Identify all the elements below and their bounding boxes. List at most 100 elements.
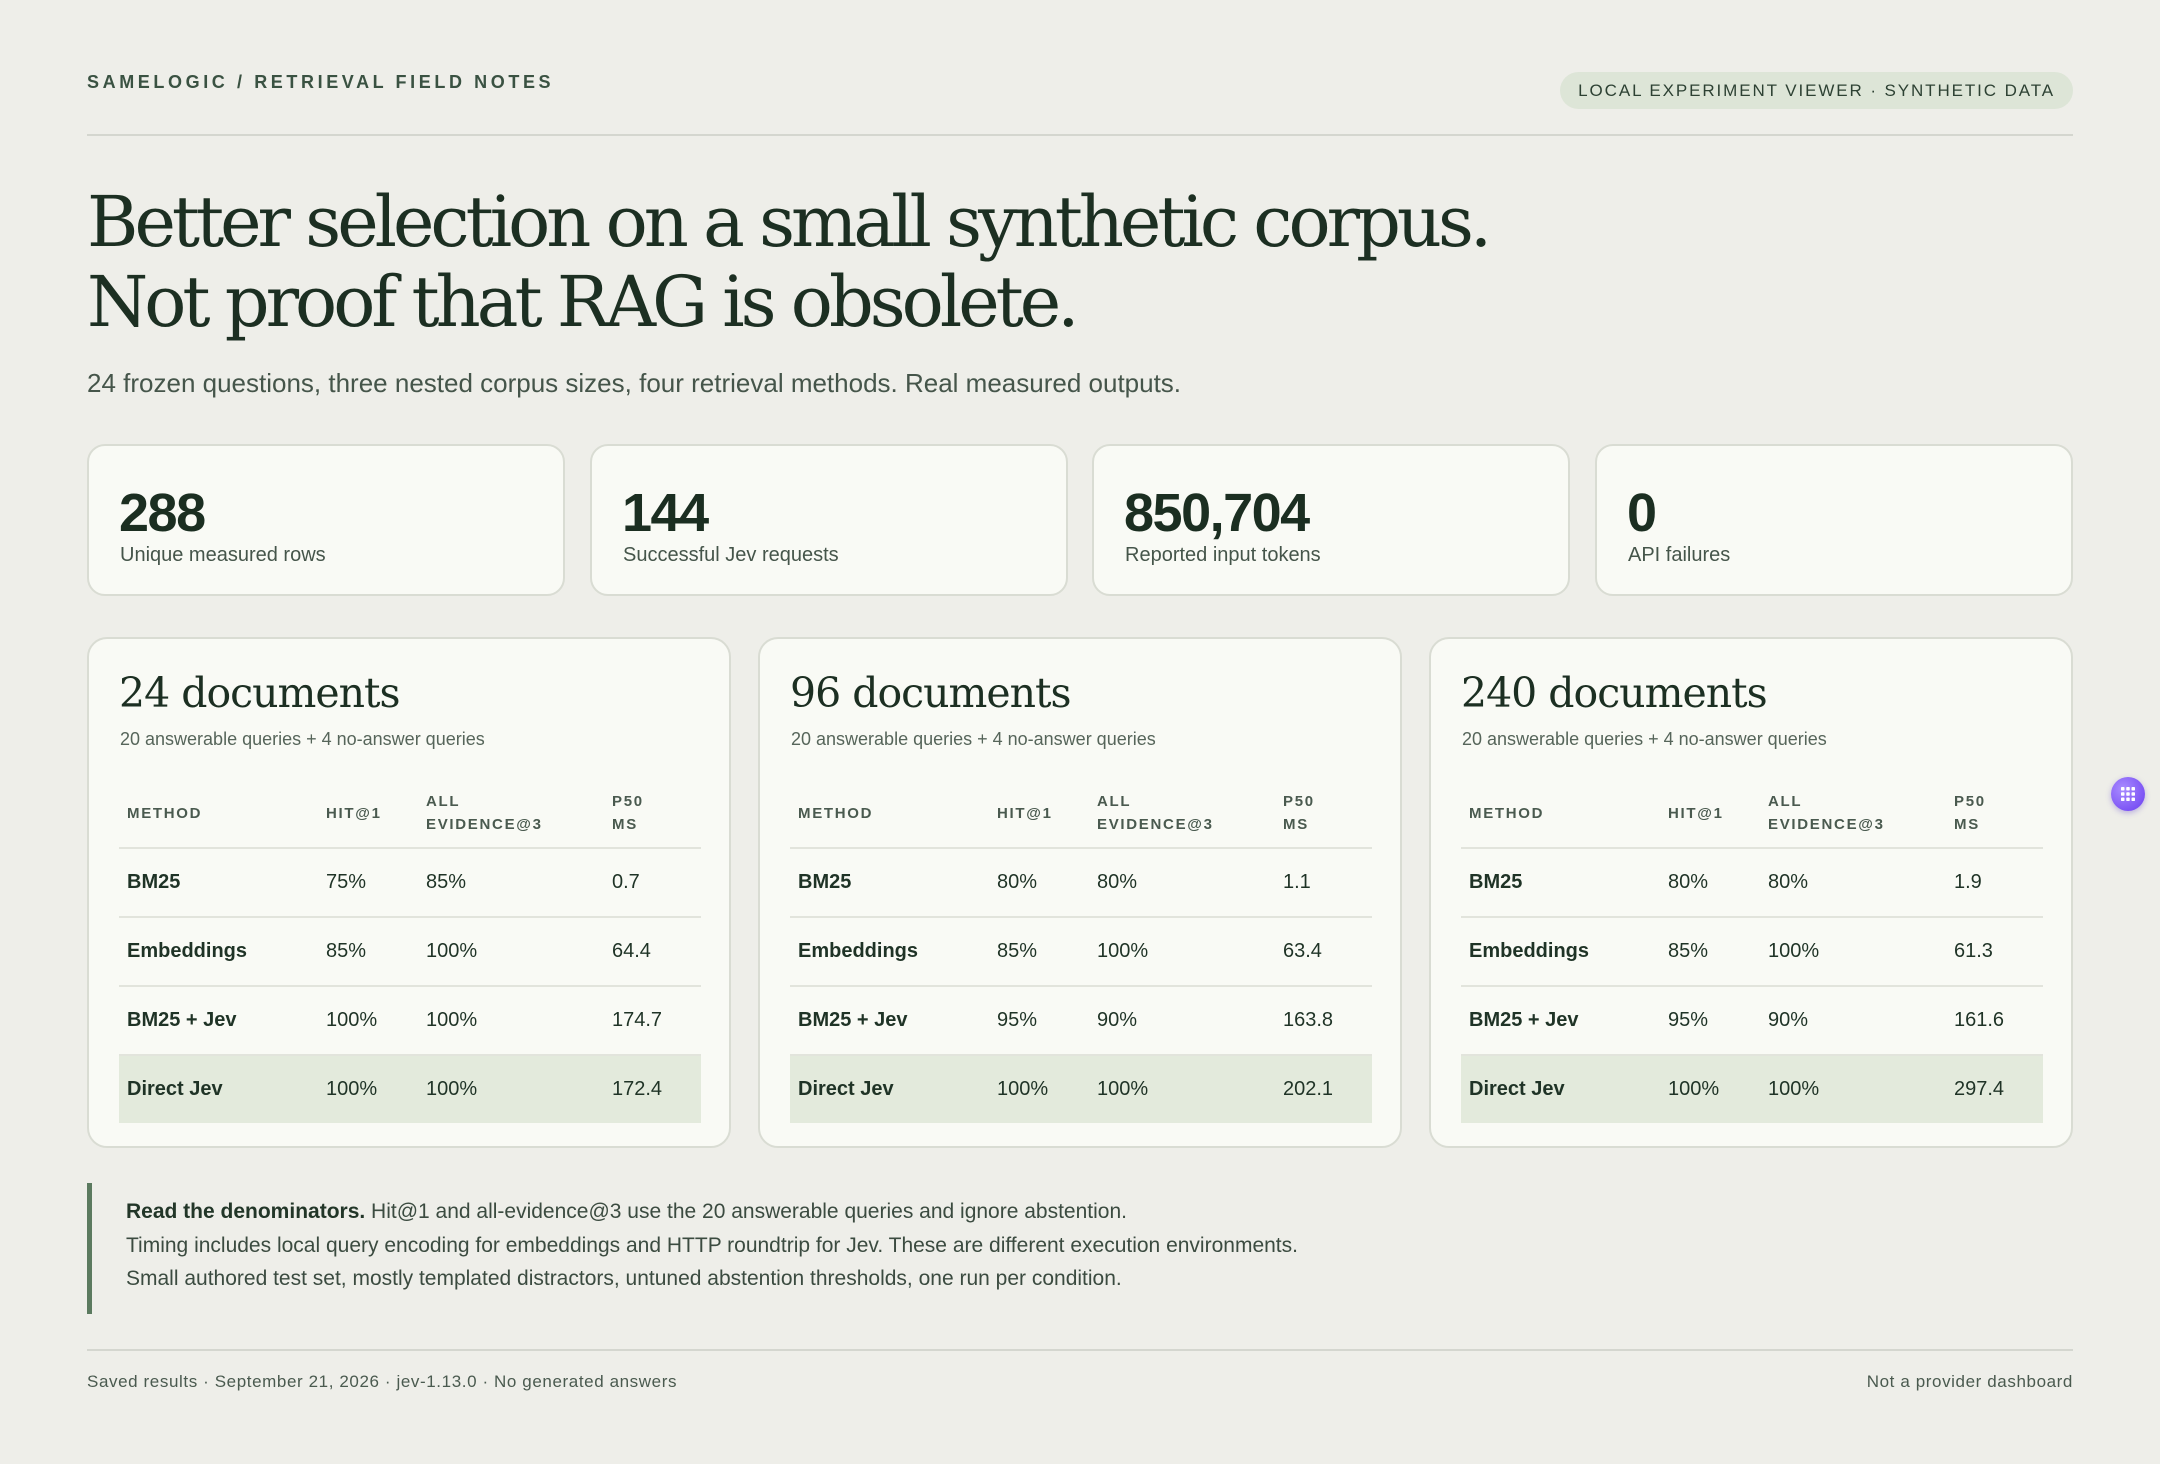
cell-method: BM25: [127, 871, 181, 893]
cell-p50: 0.7: [612, 871, 640, 893]
stat-cards: 288 Unique measured rows 144 Successful …: [87, 444, 2073, 596]
cell-hit1: 80%: [997, 871, 1038, 893]
header-line: ALL: [426, 793, 461, 810]
corpus-panel-240: 240 documents 20 answerable queries + 4 …: [1429, 637, 2073, 1148]
column-header-p50: P50 MS: [1954, 779, 1986, 847]
table-row: Embeddings 85% 100% 64.4: [119, 916, 701, 985]
stat-value: 850,704: [1124, 483, 1310, 543]
cell-p50: 64.4: [612, 940, 651, 962]
stat-label: Unique measured rows: [120, 544, 326, 566]
table-row: BM25 75% 85% 0.7: [119, 847, 701, 916]
header-line: EVIDENCE@3: [1768, 816, 1885, 833]
table-header: METHOD HIT@1 ALL EVIDENCE@3 P50 MS: [790, 779, 1372, 847]
page-subtitle: 24 frozen questions, three nested corpus…: [87, 368, 1182, 398]
header-line: MS: [1283, 816, 1309, 833]
cell-evidence: 100%: [1768, 1078, 1820, 1100]
cell-p50: 63.4: [1283, 940, 1322, 962]
cell-evidence: 100%: [1097, 940, 1149, 962]
footer-disclaimer: Not a provider dashboard: [1866, 1372, 2073, 1391]
cell-p50: 61.3: [1954, 940, 1993, 962]
table-row: Embeddings 85% 100% 61.3: [1461, 916, 2043, 985]
cell-method: BM25 + Jev: [1469, 1009, 1579, 1031]
cell-evidence: 100%: [426, 1009, 478, 1031]
table-header: METHOD HIT@1 ALL EVIDENCE@3 P50 MS: [119, 779, 701, 847]
stat-card-failures: 0 API failures: [1595, 444, 2073, 596]
cell-method: BM25 + Jev: [127, 1009, 237, 1031]
header-line: EVIDENCE@3: [426, 816, 543, 833]
stat-label: API failures: [1628, 544, 1731, 566]
header-line: MS: [612, 816, 638, 833]
cell-method: BM25: [798, 871, 852, 893]
cell-evidence: 80%: [1097, 871, 1138, 893]
table-row-highlighted: Direct Jev 100% 100% 172.4: [119, 1054, 701, 1123]
cell-evidence: 90%: [1097, 1009, 1138, 1031]
cell-hit1: 100%: [326, 1009, 378, 1031]
note-lead: Read the denominators.: [126, 1200, 366, 1223]
note-line-3: Small authored test set, mostly template…: [126, 1267, 1122, 1290]
cell-evidence: 80%: [1768, 871, 1809, 893]
column-header-hit1: HIT@1: [997, 804, 1053, 822]
panel-subtitle: 20 answerable queries + 4 no-answer quer…: [120, 729, 485, 749]
stat-card-tokens: 850,704 Reported input tokens: [1092, 444, 1570, 596]
cell-hit1: 100%: [1668, 1078, 1720, 1100]
cell-p50: 297.4: [1954, 1078, 2005, 1100]
cell-method: Direct Jev: [1469, 1078, 1565, 1100]
cell-p50: 161.6: [1954, 1009, 2005, 1031]
table-row-highlighted: Direct Jev 100% 100% 202.1: [790, 1054, 1372, 1123]
title-line-1: Better selection on a small synthetic co…: [87, 181, 1492, 263]
header-line: ALL: [1097, 793, 1132, 810]
stat-card-rows: 288 Unique measured rows: [87, 444, 565, 596]
table-row: Embeddings 85% 100% 63.4: [790, 916, 1372, 985]
cell-p50: 172.4: [612, 1078, 663, 1100]
column-header-evidence: ALL EVIDENCE@3: [426, 779, 543, 847]
table-header: METHOD HIT@1 ALL EVIDENCE@3 P50 MS: [1461, 779, 2043, 847]
cell-hit1: 85%: [1668, 940, 1709, 962]
cell-evidence: 100%: [1097, 1078, 1149, 1100]
table-row-highlighted: Direct Jev 100% 100% 297.4: [1461, 1054, 2043, 1123]
floating-widget-button[interactable]: [2111, 777, 2145, 811]
cell-p50: 1.1: [1283, 871, 1311, 893]
cell-method: Direct Jev: [127, 1078, 223, 1100]
header-line: ALL: [1768, 793, 1803, 810]
column-header-method: METHOD: [127, 804, 203, 822]
column-header-hit1: HIT@1: [326, 804, 382, 822]
top-bar: SAMELOGIC / RETRIEVAL FIELD NOTES LOCAL …: [87, 0, 2073, 136]
cell-evidence: 100%: [426, 1078, 478, 1100]
stat-label: Successful Jev requests: [623, 544, 839, 566]
results-table: METHOD HIT@1 ALL EVIDENCE@3 P50 MS BM25 80…: [1461, 779, 2043, 1123]
stat-card-requests: 144 Successful Jev requests: [590, 444, 1068, 596]
corpus-panel-96: 96 documents 20 answerable queries + 4 n…: [758, 637, 1402, 1148]
brand-breadcrumb[interactable]: SAMELOGIC / RETRIEVAL FIELD NOTES: [87, 72, 554, 93]
panel-subtitle: 20 answerable queries + 4 no-answer quer…: [1462, 729, 1827, 749]
panel-title: 96 documents: [790, 669, 1072, 717]
corpus-panel-24: 24 documents 20 answerable queries + 4 n…: [87, 637, 731, 1148]
stat-value: 0: [1627, 483, 1657, 543]
cell-hit1: 100%: [326, 1078, 378, 1100]
table-row: BM25 + Jev 100% 100% 174.7: [119, 985, 701, 1054]
note-line-1: Read the denominators. Hit@1 and all-evi…: [126, 1200, 1127, 1224]
results-table: METHOD HIT@1 ALL EVIDENCE@3 P50 MS BM25 80…: [790, 779, 1372, 1123]
note-text: Hit@1 and all-evidence@3 use the 20 answ…: [365, 1200, 1127, 1223]
column-header-evidence: ALL EVIDENCE@3: [1097, 779, 1214, 847]
stat-label: Reported input tokens: [1125, 544, 1321, 566]
cell-method: Embeddings: [127, 940, 248, 962]
panel-title: 24 documents: [119, 669, 401, 717]
cell-hit1: 80%: [1668, 871, 1709, 893]
header-line: P50: [1283, 793, 1315, 810]
footer-meta: Saved results · September 21, 2026 · jev…: [87, 1372, 678, 1391]
viewer-badge: LOCAL EXPERIMENT VIEWER · SYNTHETIC DATA: [1560, 72, 2073, 109]
cell-evidence: 90%: [1768, 1009, 1809, 1031]
table-row: BM25 80% 80% 1.9: [1461, 847, 2043, 916]
table-row: BM25 + Jev 95% 90% 163.8: [790, 985, 1372, 1054]
cell-hit1: 75%: [326, 871, 367, 893]
results-table: METHOD HIT@1 ALL EVIDENCE@3 P50 MS BM25 75…: [119, 779, 701, 1123]
header-line: MS: [1954, 816, 1980, 833]
column-header-evidence: ALL EVIDENCE@3: [1768, 779, 1885, 847]
cell-p50: 1.9: [1954, 871, 1982, 893]
stat-value: 288: [119, 483, 206, 543]
table-row: BM25 80% 80% 1.1: [790, 847, 1372, 916]
cell-p50: 202.1: [1283, 1078, 1334, 1100]
cell-method: BM25: [1469, 871, 1523, 893]
cell-evidence: 85%: [426, 871, 467, 893]
cell-hit1: 85%: [997, 940, 1038, 962]
